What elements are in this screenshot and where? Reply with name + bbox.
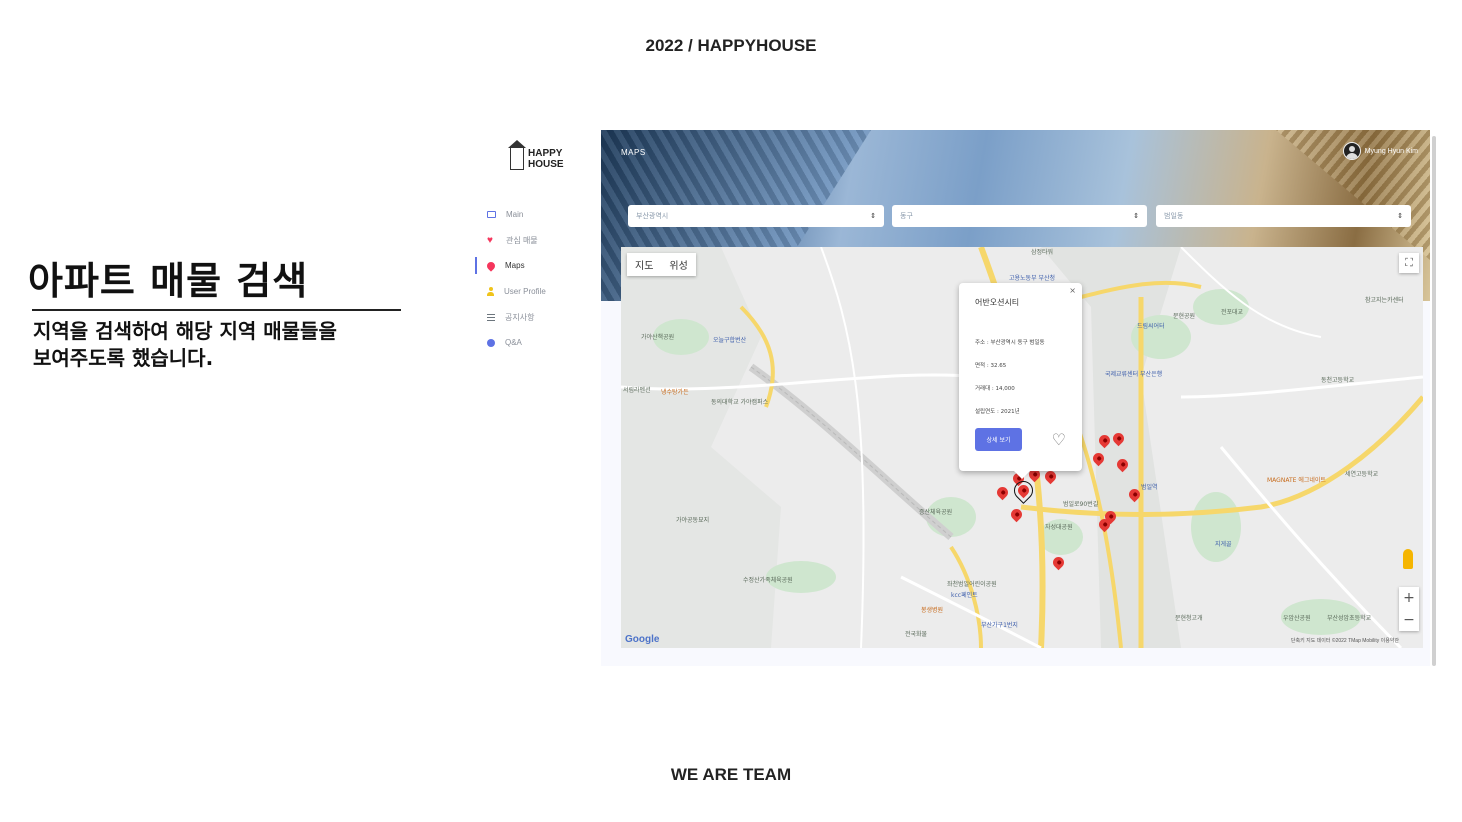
logo-line-2: HOUSE	[528, 159, 564, 170]
map-label: 지게골	[1215, 541, 1232, 548]
map-label: 국제교류센터 부산은행	[1105, 371, 1163, 378]
district-select[interactable]: 동구 ⇕	[892, 205, 1147, 227]
property-info-window: × 어반오션시티 주소 : 부산광역시 동구 범일동 면적 : 32.65 거래…	[959, 283, 1082, 479]
app-logo[interactable]: HAPPY HOUSE	[508, 140, 564, 170]
logo-line-1: HAPPY	[528, 148, 563, 159]
sidebar-item-user-profile[interactable]: User Profile	[474, 279, 601, 305]
page-title[interactable]: MAPS	[621, 148, 646, 157]
heart-icon: ♥	[487, 234, 493, 246]
select-caret-icon: ⇕	[1133, 213, 1139, 220]
map-label: kcc페인트	[951, 592, 978, 599]
app-screenshot: HAPPY HOUSE Main ♥ 관심 매물 Maps User Profi…	[474, 130, 1440, 666]
select-caret-icon: ⇕	[1397, 213, 1403, 220]
map-label: 오늘구합번산	[713, 337, 747, 344]
map-label: 참고지는카센터	[1365, 297, 1404, 304]
map-label: 드림씨어터	[1137, 323, 1165, 330]
map-label: 문현청고개	[1175, 615, 1203, 622]
sidebar-item-qna[interactable]: Q&A	[474, 330, 601, 356]
sidebar-item-label: 공지사항	[505, 312, 535, 322]
google-logo: Google	[625, 634, 660, 645]
chat-bubble-icon	[487, 338, 495, 347]
map-label: 범일로90번길	[1063, 501, 1099, 508]
map-label: 자성대공원	[1045, 524, 1073, 531]
sidebar-item-label: User Profile	[504, 287, 546, 297]
map-label: 전포대교	[1221, 309, 1244, 316]
map-label: 수정산가족체육공원	[743, 577, 793, 584]
map-attribution[interactable]: 단축키 지도 데이터 ©2022 TMap Mobility 이용약관	[1291, 637, 1399, 644]
sidebar-item-notices[interactable]: 공지사항	[474, 304, 601, 330]
map-label: 문현공원	[1173, 313, 1196, 320]
select-caret-icon: ⇕	[870, 213, 876, 220]
property-name: 어반오션시티	[975, 298, 1020, 307]
street-view-pegman-icon[interactable]	[1403, 549, 1413, 569]
description-line-1: 지역을 검색하여 해당 지역 매물들을	[33, 319, 337, 343]
map-label: 냉수탕가든	[661, 389, 689, 396]
detail-view-button[interactable]: 상세 보기	[975, 428, 1022, 451]
map-label: 부산성암초등학교	[1327, 615, 1372, 622]
user-icon	[487, 287, 494, 297]
sidebar-item-label: 관심 매물	[506, 235, 538, 245]
slide-description: 지역을 검색하여 해당 지역 매물들을 보여주도록 했습니다.	[33, 318, 413, 372]
property-area: 면적 : 32.65	[975, 363, 1007, 369]
slide: 2022 / HAPPYHOUSE 아파트 매물 검색 지역을 검색하여 해당 …	[0, 0, 1462, 822]
property-address: 주소 : 부산광역시 동구 범일동	[975, 340, 1045, 346]
map-view[interactable]: 가야산책공원 오늘구합번산 서림라멘션 냉수탕가든 동의대학교 가야캠퍼스 가야…	[621, 247, 1423, 648]
map-label: 동천고등학교	[1321, 377, 1355, 384]
slide-header: 2022 / HAPPYHOUSE	[645, 36, 817, 55]
sidebar-item-maps[interactable]: Maps	[474, 253, 601, 279]
map-label: 봉생병원	[921, 607, 944, 614]
sidebar-nav: Main ♥ 관심 매물 Maps User Profile 공지사항 Q&A	[474, 202, 601, 356]
city-select[interactable]: 부산광역시 ⇕	[628, 205, 884, 227]
zoom-out-button[interactable]: −	[1399, 609, 1419, 631]
fullscreen-icon[interactable]: ⛶	[1399, 253, 1419, 273]
city-select-value: 부산광역시	[636, 213, 669, 220]
map-type-toggle: 지도 위성	[627, 253, 696, 276]
sidebar-item-label: Main	[506, 210, 524, 220]
map-label: 증산체육공원	[919, 509, 953, 516]
map-pin-icon	[485, 260, 497, 272]
sidebar-item-main[interactable]: Main	[474, 202, 601, 228]
heart-outline-icon[interactable]: ♡	[1052, 431, 1066, 448]
property-built-year: 설립연도 : 2021년	[975, 409, 1020, 415]
map-label: 부산가구1번지	[981, 622, 1018, 629]
monitor-icon	[487, 211, 496, 219]
map-label: 좌천범일어린이공원	[947, 581, 997, 588]
avatar[interactable]	[1342, 142, 1361, 160]
sidebar: HAPPY HOUSE Main ♥ 관심 매물 Maps User Profi…	[474, 130, 601, 666]
dong-select[interactable]: 범일동 ⇕	[1156, 205, 1411, 227]
map-label: 서림라멘션	[623, 387, 651, 394]
description-line-2: 보여주도록 했습니다.	[33, 346, 214, 370]
district-select-value: 동구	[900, 213, 913, 220]
list-icon	[487, 313, 495, 321]
slide-title: 아파트 매물 검색	[28, 259, 309, 303]
map-label: 세연고등학교	[1345, 471, 1379, 478]
sidebar-item-label: Q&A	[505, 338, 522, 348]
map-label: 가야공동묘지	[676, 517, 710, 524]
map-label: MAGNATE 에그네이트	[1267, 477, 1326, 484]
property-price: 거래대 : 14,000	[975, 386, 1015, 392]
user-name[interactable]: Myung Hyun Kim	[1365, 148, 1418, 155]
map-type-satellite-button[interactable]: 위성	[661, 253, 695, 276]
map-label: 범일역	[1141, 484, 1158, 491]
map-label: 전국화물	[905, 631, 928, 638]
map-label: 고용노동부 부산청	[1009, 275, 1056, 282]
main-content: MAPS Myung Hyun Kim 부산광역시 ⇕ 동구 ⇕ 범일동 ⇕ 가…	[601, 130, 1430, 666]
map-type-map-button[interactable]: 지도	[627, 253, 661, 276]
sidebar-item-favorites[interactable]: ♥ 관심 매물	[474, 228, 601, 254]
scrollbar[interactable]	[1432, 136, 1436, 666]
map-label: 삼정타워	[1031, 249, 1054, 256]
title-divider	[32, 309, 401, 311]
zoom-control: + −	[1399, 587, 1419, 631]
sidebar-item-label: Maps	[505, 261, 525, 271]
zoom-in-button[interactable]: +	[1399, 587, 1419, 609]
user-menu[interactable]: Myung Hyun Kim	[1342, 142, 1418, 160]
dong-select-value: 범일동	[1164, 213, 1184, 220]
slide-footer: WE ARE TEAM	[670, 765, 792, 784]
map-label: 우암산공원	[1283, 615, 1311, 622]
close-icon[interactable]: ×	[1069, 286, 1076, 295]
map-label: 가야산책공원	[641, 334, 675, 341]
map-label: 동의대학교 가야캠퍼스	[711, 399, 769, 406]
house-logo-icon	[508, 140, 526, 170]
